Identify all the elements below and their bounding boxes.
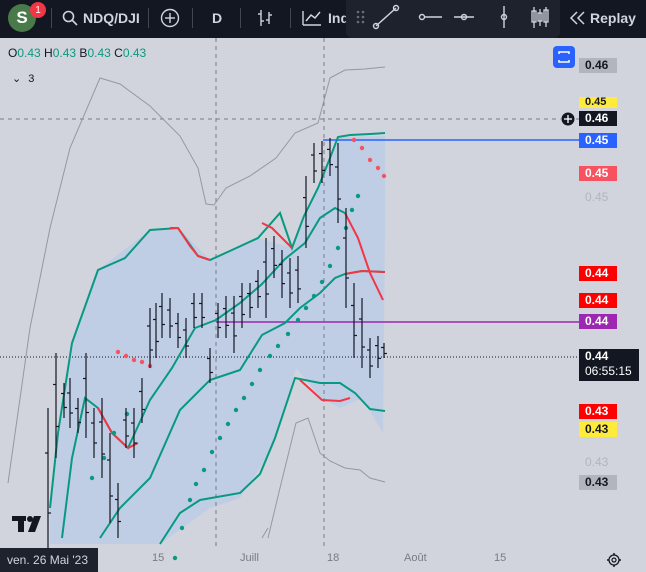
time-label-18: 18 [327, 552, 340, 564]
price-label-044-red-1: 0.44 [579, 266, 617, 281]
sar-dot-green [319, 279, 325, 285]
settings-gear-icon[interactable] [607, 553, 621, 567]
sar-dot-green [311, 293, 317, 299]
interval-button[interactable]: D [212, 0, 222, 36]
sar-dot-green [275, 343, 281, 349]
sar-dot-green [285, 331, 291, 337]
horizontal-ray-icon[interactable] [418, 13, 443, 21]
drag-handle-icon[interactable] [356, 10, 365, 24]
sar-dot-red [123, 353, 129, 359]
sar-dot-green [295, 317, 301, 323]
sar-dot-green [267, 353, 273, 359]
replay-icon [569, 11, 585, 25]
price-label-045-blue: 0.45 [579, 133, 617, 148]
chevron-down-icon: ⌄ [12, 73, 22, 85]
avatar[interactable]: S 1 [8, 0, 46, 36]
sar-dot-green [217, 435, 223, 441]
price-label-043-yellow: 0.43 [579, 422, 617, 437]
indicator-collapse[interactable]: ⌄ 3 [12, 72, 34, 85]
price-label-046-top: 0.46 [579, 58, 617, 73]
indicators-icon [302, 11, 321, 26]
crosshair-price-label: 0.46 [579, 111, 617, 126]
sar-dot-green [241, 395, 247, 401]
time-label-15-a: 15 [152, 552, 165, 564]
sar-dot-green [249, 381, 255, 387]
sar-dot-green [179, 525, 185, 531]
cursor-date-label: ven. 26 Mai '23 [0, 548, 98, 572]
time-label-15-b: 15 [494, 552, 507, 564]
sar-dot-green [335, 245, 341, 251]
sar-dot-red [115, 349, 121, 355]
resize-icon[interactable] [553, 46, 575, 68]
price-label-045-yellow: 0.45 [579, 97, 617, 108]
search-icon [62, 10, 78, 26]
price-label-043-red: 0.43 [579, 404, 617, 419]
horizontal-line-icon[interactable] [454, 13, 474, 21]
price-label-043-plain: 0.43 [585, 455, 609, 469]
sar-dot-red [375, 165, 381, 171]
last-price-box: 0.44 06:55:15 [579, 349, 639, 381]
price-label-045-red: 0.45 [579, 166, 617, 181]
replay-label: Replay [590, 10, 636, 26]
countdown-label: 06:55:15 [585, 364, 632, 378]
sar-dot-green [111, 430, 117, 436]
tradingview-logo-icon [12, 516, 41, 532]
sar-dot-green [187, 497, 193, 503]
sar-dot-red [367, 157, 373, 163]
indicators-button[interactable]: Ind [301, 0, 349, 36]
vertical-line-icon[interactable] [500, 6, 508, 28]
chart-type-button[interactable] [256, 0, 274, 36]
replay-button[interactable]: Replay [568, 0, 636, 36]
band-fill [50, 136, 385, 544]
sar-dot-green [257, 367, 263, 373]
price-label-045-plain: 0.45 [585, 190, 609, 204]
sar-dot-red [139, 359, 145, 365]
sar-dot-green [209, 449, 215, 455]
price-label-043-gray: 0.43 [579, 475, 617, 490]
gray-envelope-lower-2 [261, 527, 269, 539]
sar-dot-green [349, 207, 355, 213]
compare-symbol-button[interactable] [160, 0, 180, 36]
time-label-aout: Août [404, 552, 427, 564]
crosshair-plus-icon[interactable] [560, 111, 576, 127]
ohlc-legend: O0.43 H0.43 B0.43 C0.43 [8, 46, 147, 60]
candles-icon[interactable] [531, 7, 549, 28]
sar-dot-green [225, 421, 231, 427]
notification-badge: 1 [30, 2, 46, 18]
sar-dot-green [233, 407, 239, 413]
sar-dot-red [359, 145, 365, 151]
chart-pane[interactable]: O0.43 H0.43 B0.43 C0.43 ⌄ 3 0.46 0.45 0.… [0, 38, 646, 572]
sar-dot-red [131, 357, 137, 363]
sar-dot-green [193, 481, 199, 487]
sar-dot-green [172, 555, 178, 561]
last-price-label: 0.44 [585, 349, 609, 363]
symbol-search-button[interactable]: NDQ/DJI [62, 0, 140, 36]
sar-dot-green [201, 467, 207, 473]
sar-dot-green [327, 263, 333, 269]
sar-dot-red [351, 137, 357, 143]
price-label-044-purple: 0.44 [579, 314, 617, 329]
plus-circle-icon [160, 8, 180, 28]
gray-envelope-lower [267, 417, 386, 539]
trendline-icon[interactable] [372, 4, 400, 30]
sar-dot-green [89, 475, 95, 481]
sar-dot-red [381, 173, 387, 179]
price-label-044-red-2: 0.44 [579, 293, 617, 308]
sar-dot-green [355, 193, 361, 199]
drawing-toolbar [346, 0, 560, 38]
bar-chart-icon [258, 10, 272, 26]
symbol-label: NDQ/DJI [83, 10, 140, 26]
sar-dot-green [303, 305, 309, 311]
price-plot[interactable] [0, 38, 646, 572]
time-label-juill: Juill [240, 552, 259, 564]
